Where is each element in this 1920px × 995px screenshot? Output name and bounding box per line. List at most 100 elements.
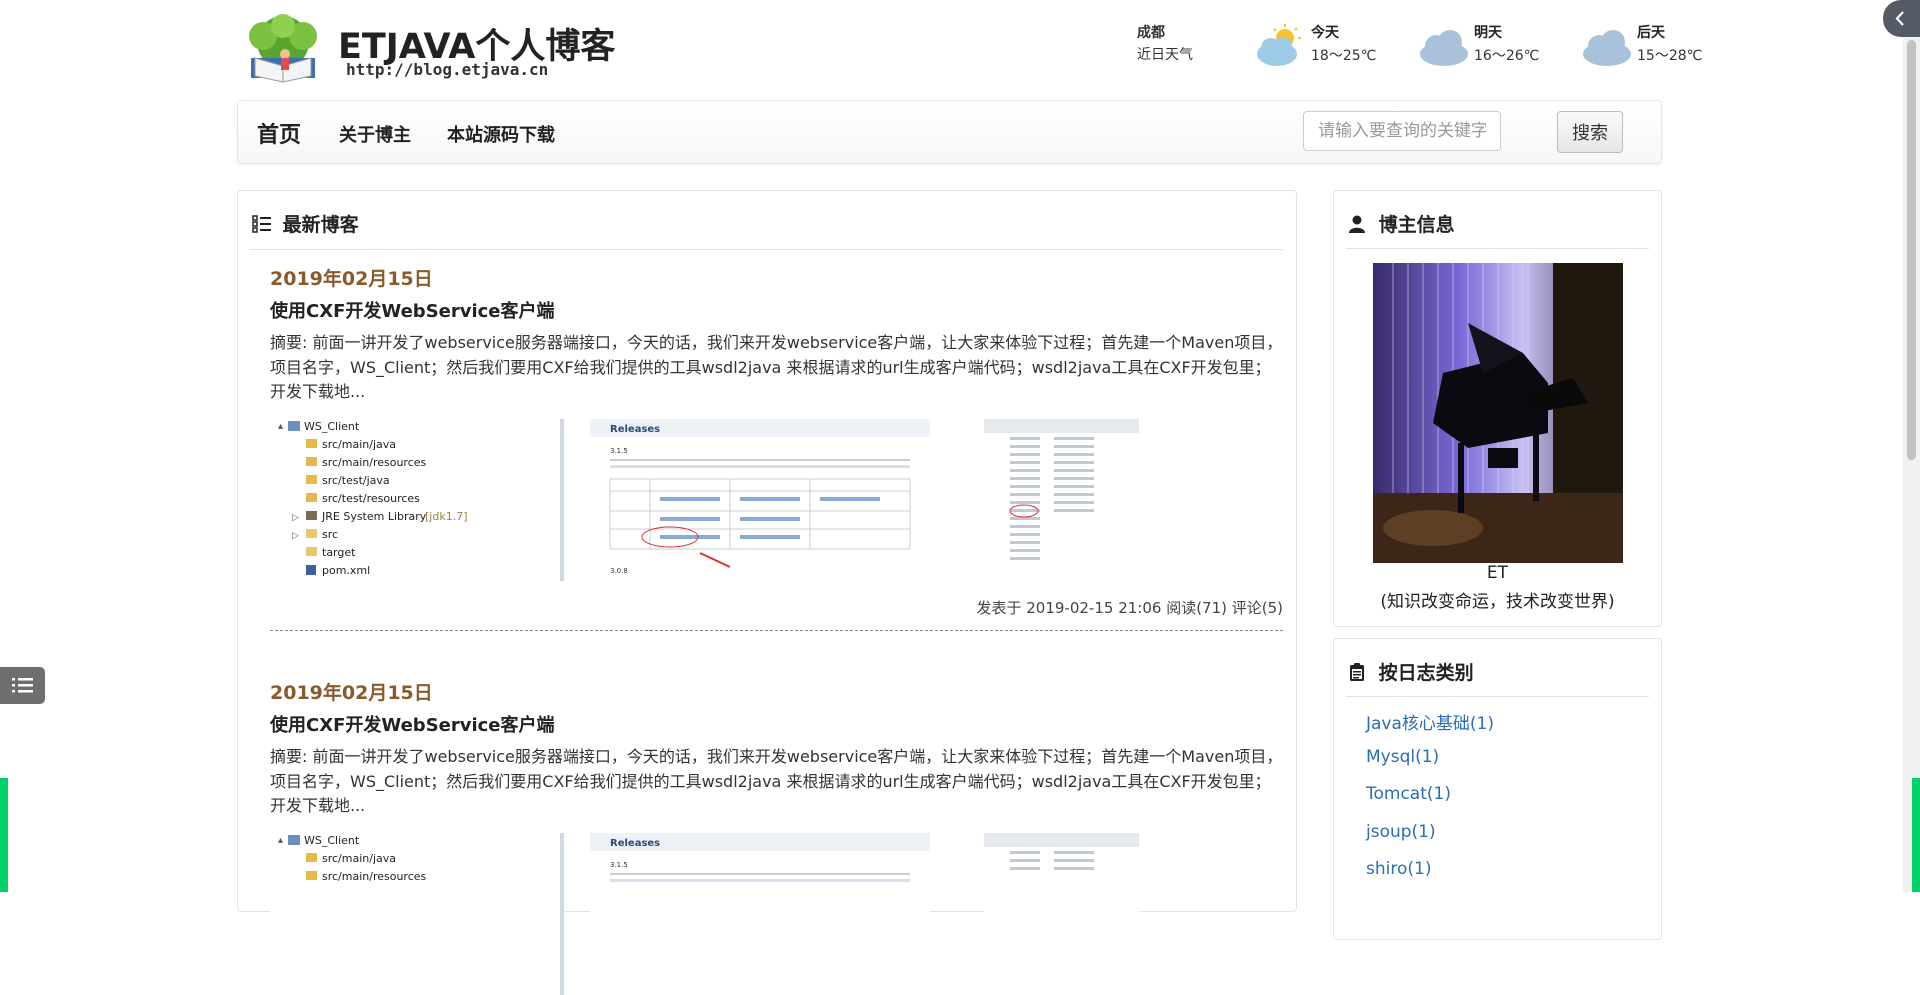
- release-version: 3.1.5: [610, 447, 628, 455]
- file-list-image: [984, 419, 1139, 581]
- cloud-icon: [1583, 30, 1631, 66]
- svg-text:▷: ▷: [292, 531, 299, 541]
- weather-subtitle: 近日天气: [1137, 47, 1193, 63]
- panel-divider: [1346, 696, 1649, 697]
- category-link[interactable]: Tomcat(1): [1366, 784, 1494, 822]
- latest-blogs-heading: 最新博客: [252, 210, 359, 237]
- panel-divider: [250, 249, 1284, 250]
- main-navbar: 首页 关于博主 本站源码下载 搜索: [237, 100, 1662, 164]
- svg-text:▴: ▴: [278, 421, 283, 432]
- panel-divider: [1346, 248, 1649, 249]
- file-list-screenshot[interactable]: [984, 833, 1139, 995]
- site-logo[interactable]: ETJAVA个人博客 http://blog.etjava.cn: [241, 14, 615, 86]
- piano-photo: [1373, 263, 1623, 563]
- search-button[interactable]: 搜索: [1557, 111, 1623, 153]
- post-thumbnails: ▴ WS_Client src/main/java src/main/resou…: [270, 833, 1283, 995]
- cloud-icon: [1420, 30, 1468, 66]
- reading-tree-logo-icon: [249, 14, 317, 83]
- tree-item: src/test/java: [322, 474, 390, 487]
- file-list-screenshot[interactable]: [984, 419, 1139, 581]
- tree-item: src/main/resources: [322, 870, 427, 883]
- tree-item: JRE System Library: [321, 510, 427, 523]
- weather-city: 成都: [1137, 25, 1165, 41]
- project-tree-image: ▴ WS_Client src/main/java src/main/resou…: [270, 419, 560, 581]
- owner-name: ET: [1486, 563, 1509, 583]
- page-scrollbar[interactable]: [1903, 0, 1920, 892]
- release-version: 3.1.5: [610, 861, 628, 869]
- left-accent-bar: [0, 778, 8, 892]
- tree-item: src: [322, 528, 338, 541]
- categories-heading: 按日志类别: [1348, 658, 1474, 685]
- category-link[interactable]: shiro(1): [1366, 859, 1494, 897]
- categories-title: 按日志类别: [1378, 662, 1474, 684]
- collapse-panel-button[interactable]: [1883, 0, 1920, 37]
- releases-screenshot[interactable]: Releases 3.1.5: [590, 419, 930, 581]
- project-tree-screenshot[interactable]: ▴ WS_Client src/main/java src/main/resou…: [270, 833, 564, 995]
- clipboard-icon: [1350, 663, 1364, 681]
- nav-about[interactable]: 关于博主: [339, 121, 411, 147]
- chevron-left-icon: [1895, 11, 1904, 26]
- owner-info-title: 博主信息: [1378, 214, 1455, 236]
- post-title-link[interactable]: 使用CXF开发WebService客户端: [270, 711, 555, 737]
- post-thumbnails: ▴ WS_Client src/main/java src/main/resou…: [270, 419, 1283, 581]
- owner-motto: (知识改变命运，技术改变世界): [1380, 592, 1615, 612]
- releases-screenshot[interactable]: Releases 3.1.5: [590, 833, 930, 995]
- weather-location: 成都 近日天气: [1137, 22, 1193, 66]
- tree-item: src/main/java: [322, 438, 396, 451]
- owner-info-heading: 博主信息: [1348, 210, 1455, 237]
- releases-title: Releases: [610, 838, 660, 849]
- releases-image: Releases 3.1.5: [590, 833, 930, 995]
- post-title-link[interactable]: 使用CXF开发WebService客户端: [270, 297, 555, 323]
- weather-after-temp: 15～28℃: [1637, 48, 1703, 64]
- weather-tomorrow-label: 明天: [1474, 25, 1502, 41]
- weather-after-label: 后天: [1637, 25, 1665, 41]
- weather-tomorrow-temp: 16～26℃: [1474, 48, 1540, 64]
- tree-item: src/test/resources: [322, 492, 420, 505]
- project-tree-image: ▴ WS_Client src/main/java src/main/resou…: [270, 833, 560, 995]
- tree-item: target: [322, 546, 356, 559]
- tree-root-label: WS_Client: [304, 420, 360, 433]
- tree-item: src/main/java: [322, 852, 396, 865]
- weather-today-label: 今天: [1311, 25, 1339, 41]
- scrollbar-thumb[interactable]: [1907, 40, 1916, 460]
- tree-item: src/main/resources: [322, 456, 427, 469]
- post-separator: [270, 630, 1283, 631]
- post-summary: 摘要: 前面一讲开发了webservice服务器端接口，今天的话，我们来开发we…: [270, 333, 1283, 401]
- weather-widget: 成都 近日天气 今天 18～25℃ 明天 16～26℃ 后天 15～28℃: [1137, 20, 1702, 70]
- user-icon: [1349, 215, 1365, 233]
- category-link[interactable]: jsoup(1): [1366, 822, 1494, 860]
- site-url: http://blog.etjava.cn: [346, 60, 549, 79]
- owner-info-panel: 博主信息 ET (知识改变命运，技术改变世界): [1333, 190, 1662, 627]
- post-date: 2019年02月15日: [270, 268, 433, 290]
- category-list: Java核心基础(1) Mysql(1) Tomcat(1) jsoup(1) …: [1366, 709, 1494, 897]
- post-date: 2019年02月15日: [270, 682, 433, 704]
- nav-home[interactable]: 首页: [257, 117, 301, 149]
- partly-sunny-cloud-icon: [1257, 24, 1301, 66]
- weather-today-temp: 18～25℃: [1311, 48, 1377, 64]
- categories-panel: 按日志类别 Java核心基础(1) Mysql(1) Tomcat(1) jso…: [1333, 638, 1662, 940]
- page-wrapper: ETJAVA个人博客 http://blog.etjava.cn 成都 近日天气: [237, 0, 1702, 995]
- post-summary: 摘要: 前面一讲开发了webservice服务器端接口，今天的话，我们来开发we…: [270, 747, 1283, 815]
- project-tree-screenshot[interactable]: ▴ WS_Client src/main/java src/main/resou…: [270, 419, 564, 581]
- tree-root-label: WS_Client: [304, 834, 360, 847]
- owner-avatar: [1373, 263, 1623, 563]
- site-header: ETJAVA个人博客 http://blog.etjava.cn 成都 近日天气: [237, 0, 1702, 98]
- releases-image: Releases 3.1.5: [590, 419, 930, 581]
- svg-text:▷: ▷: [292, 513, 299, 523]
- list-icon: [252, 215, 271, 233]
- menu-list-icon: [12, 678, 33, 693]
- latest-blogs-title: 最新博客: [282, 214, 359, 236]
- file-list-image: [984, 833, 1139, 995]
- right-accent-bar: [1912, 778, 1920, 892]
- toc-toggle-button[interactable]: [0, 667, 45, 704]
- search-input[interactable]: [1303, 111, 1501, 151]
- release-version: 3.0.8: [610, 567, 628, 575]
- nav-source-download[interactable]: 本站源码下载: [447, 121, 555, 147]
- category-link[interactable]: Java核心基础(1): [1366, 709, 1494, 747]
- svg-text:▴: ▴: [278, 835, 283, 846]
- releases-title: Releases: [610, 424, 660, 435]
- tree-item: pom.xml: [322, 564, 370, 577]
- latest-blogs-panel: 最新博客 2019年02月15日 使用CXF开发WebService客户端 摘要…: [237, 190, 1297, 995]
- tree-jdk-label: [jdk1.7]: [425, 510, 468, 523]
- category-link[interactable]: Mysql(1): [1366, 747, 1494, 785]
